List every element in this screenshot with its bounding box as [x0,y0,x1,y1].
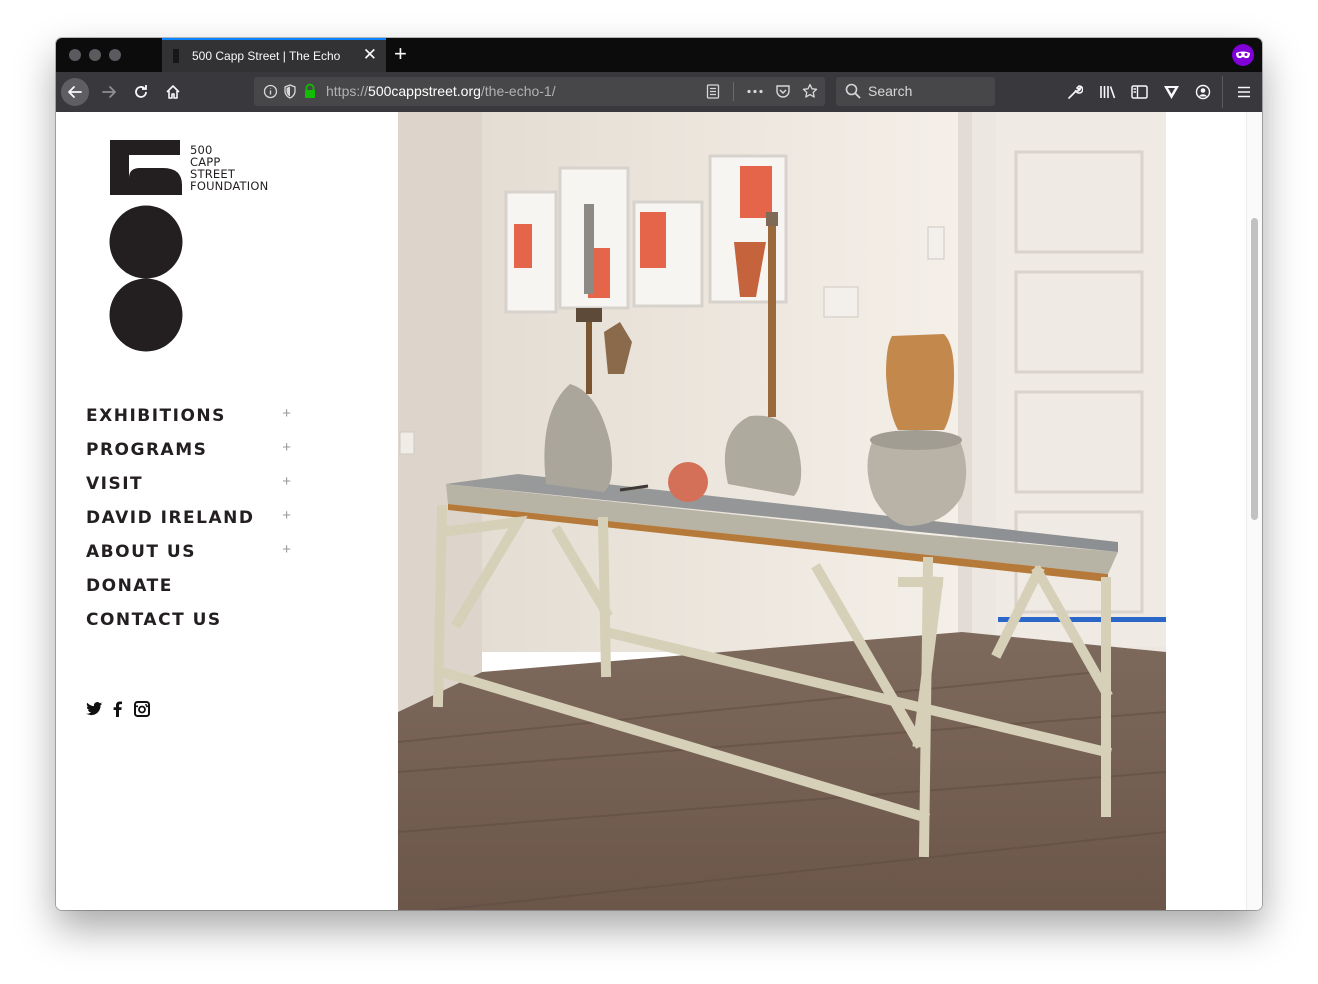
window-minimize-button[interactable] [89,49,101,61]
window-zoom-button[interactable] [109,49,121,61]
window-close-button[interactable] [69,49,81,61]
tab-active[interactable]: 500 Capp Street | The Echo ✕ [162,38,386,72]
gallery-installation-photo [398,112,1166,910]
nav-item-contact-us[interactable]: CONTACT US [86,608,291,642]
tab-close-icon[interactable]: ✕ [363,45,377,65]
library-icon[interactable] [1099,84,1117,105]
page-content: 500 CAPP STREET FOUNDATION EXHIBITIONS +… [56,112,1262,910]
nav-item-label[interactable]: EXHIBITIONS [86,406,226,426]
nav-item-donate[interactable]: DONATE [86,574,291,608]
logo-tagline: 500 CAPP STREET FOUNDATION [190,144,268,192]
sidebar-icon[interactable] [1131,84,1148,105]
nav-item-label[interactable]: CONTACT US [86,610,222,630]
page-scrollbar[interactable] [1246,112,1262,910]
nav-item-label[interactable]: VISIT [86,474,143,494]
page-actions-icon[interactable] [746,84,764,102]
expand-plus-icon[interactable]: + [282,405,291,422]
account-icon[interactable] [1195,84,1211,105]
tracking-shield-icon[interactable] [283,84,297,102]
url-host: 500cappstreet.org [368,83,481,99]
url-scheme: https:// [326,83,369,99]
tab-title: 500 Capp Street | The Echo [192,49,341,63]
nav-item-label[interactable]: PROGRAMS [86,440,207,460]
expand-plus-icon[interactable]: + [282,473,291,490]
nav-item-label[interactable]: ABOUT US [86,542,196,562]
facebook-icon[interactable] [113,701,122,722]
site-nav: EXHIBITIONS + PROGRAMS + VISIT + DAVID I… [86,404,291,642]
url-path: /the-echo-1/ [480,83,556,99]
tools-icon[interactable] [1067,84,1084,105]
site-logo[interactable]: 500 CAPP STREET FOUNDATION [56,112,296,362]
browser-window: 500 Capp Street | The Echo ✕ + https://5… [56,38,1262,910]
nav-item-label[interactable]: DAVID IRELAND [86,508,254,528]
nav-item-label[interactable]: DONATE [86,576,173,596]
nav-item-visit[interactable]: VISIT + [86,472,291,506]
bookmark-star-icon[interactable] [802,83,818,102]
info-icon[interactable] [263,84,278,102]
address-bar[interactable]: https://500cappstreet.org/the-echo-1/ [254,77,825,106]
new-tab-button[interactable]: + [394,42,407,66]
lock-icon[interactable] [303,83,317,102]
search-icon [845,83,861,102]
search-box[interactable]: Search [836,77,995,106]
back-icon[interactable] [61,78,89,106]
expand-plus-icon[interactable]: + [282,507,291,524]
pocket-icon[interactable] [775,84,791,102]
menu-icon[interactable] [1236,84,1252,105]
nav-item-exhibitions[interactable]: EXHIBITIONS + [86,404,291,438]
url-separator [733,82,734,101]
nav-item-about-us[interactable]: ABOUT US + [86,540,291,574]
private-browsing-icon [1232,44,1254,66]
search-placeholder: Search [868,83,913,99]
reader-view-icon[interactable] [706,84,720,102]
tab-bar: 500 Capp Street | The Echo ✕ + [56,38,1262,72]
instagram-icon[interactable] [134,701,150,722]
extension-icon[interactable] [1163,84,1180,105]
home-icon[interactable] [159,78,187,106]
logo-line: FOUNDATION [190,179,269,193]
nav-item-programs[interactable]: PROGRAMS + [86,438,291,472]
url-text[interactable]: https://500cappstreet.org/the-echo-1/ [326,83,556,99]
logo-500-mark [109,140,183,352]
site-favicon-icon [173,49,179,63]
expand-plus-icon[interactable]: + [282,439,291,456]
navigation-toolbar: https://500cappstreet.org/the-echo-1/ Se… [56,72,1262,112]
scrollbar-thumb[interactable] [1251,218,1258,520]
toolbar-separator [1222,76,1223,108]
expand-plus-icon[interactable]: + [282,541,291,558]
twitter-icon[interactable] [86,702,103,721]
reload-icon[interactable] [127,78,155,106]
nav-item-david-ireland[interactable]: DAVID IRELAND + [86,506,291,540]
forward-icon[interactable] [95,78,123,106]
